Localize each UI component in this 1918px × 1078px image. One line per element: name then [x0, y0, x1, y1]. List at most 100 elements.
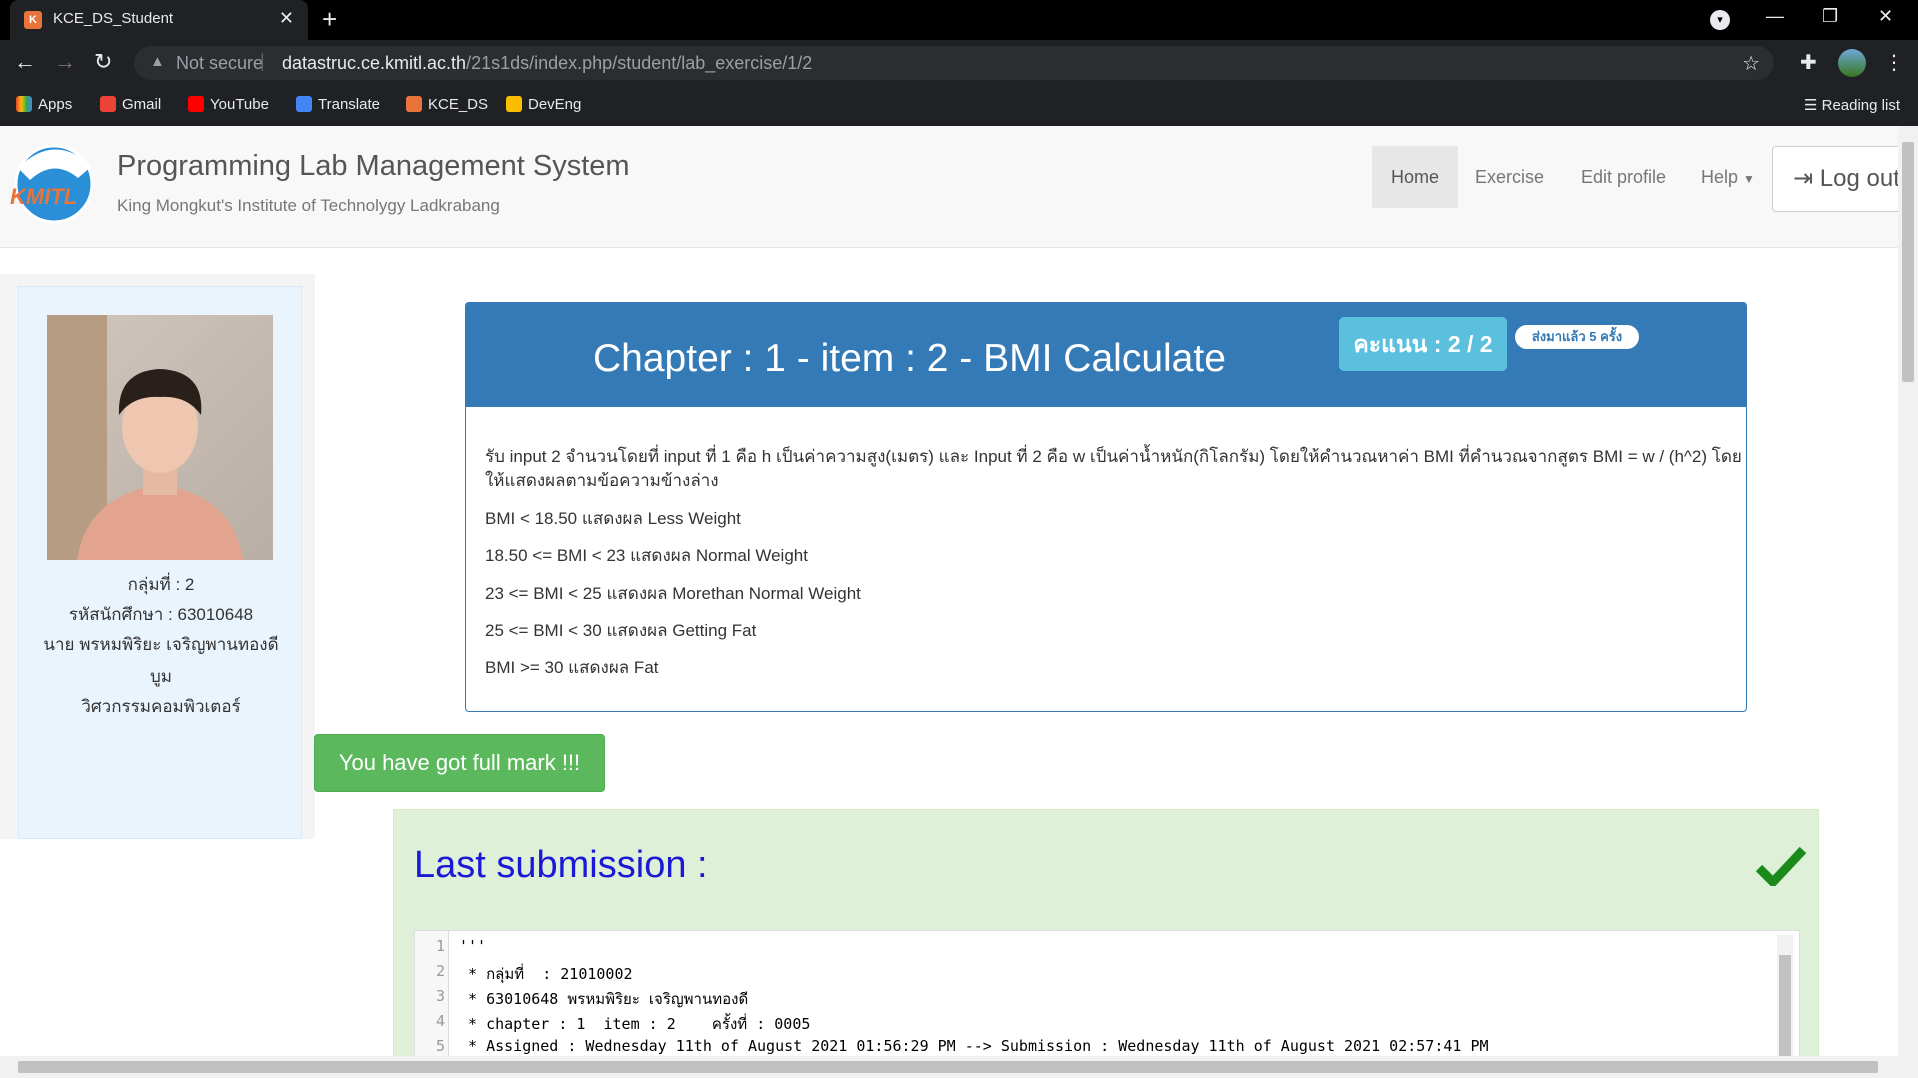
code-line: * กลุ่มที่ : 21010002	[459, 965, 633, 983]
line-number: 5	[435, 1037, 445, 1055]
site-header: KMITL Programming Lab Management System …	[0, 126, 1898, 248]
tab-title: KCE_DS_Student	[53, 10, 174, 27]
minimize-icon[interactable]: —	[1766, 6, 1784, 27]
url-path: /21s1ds/index.php/student/lab_exercise/1…	[466, 53, 813, 73]
student-photo	[47, 315, 273, 560]
problem-description-line: รับ input 2 จำนวนโดยที่ input ที่ 1 คือ …	[485, 447, 1742, 466]
bookmark-apps[interactable]: Apps	[16, 96, 72, 113]
site-subtitle: King Mongkut's Institute of Technolygy L…	[117, 196, 500, 215]
browser-toolbar: ← → ↻ ▲ Not secure | datastruc.ce.kmitl.…	[0, 40, 1918, 86]
bookmarks-bar: Apps Gmail YouTube Translate KCE_DS DevE…	[0, 86, 1918, 126]
youtube-icon	[188, 96, 204, 112]
nav-help-label: Help	[1701, 167, 1739, 187]
page-vertical-scrollbar[interactable]	[1898, 126, 1918, 1056]
last-submission-panel: Last submission : 1 2 3 4 5 ''' * กลุ่มท…	[393, 809, 1819, 1056]
code-scrollbar-thumb[interactable]	[1779, 955, 1791, 1056]
problem-header: Chapter : 1 - item : 2 - BMI Calculate ค…	[466, 303, 1746, 407]
warning-icon: ▲	[150, 53, 165, 70]
profile-avatar[interactable]	[1838, 49, 1866, 77]
student-faculty: วิศวกรรมคอมพิวเตอร์	[81, 697, 241, 716]
student-photo-art	[47, 315, 243, 560]
horizontal-scrollbar-thumb[interactable]	[18, 1061, 1878, 1073]
code-scrollbar[interactable]	[1777, 935, 1793, 1056]
bmi-rule: BMI >= 30 แสดงผล Fat	[485, 658, 659, 677]
code-line: * 63010648 พรหมพิริยะ เจริญพานทองดี	[459, 990, 749, 1008]
bookmark-label: KCE_DS	[428, 96, 489, 113]
kce-favicon-icon	[406, 96, 422, 112]
nav-exercise[interactable]: Exercise	[1456, 146, 1563, 208]
logout-button[interactable]: ⇥ Log out	[1772, 146, 1898, 212]
reload-icon[interactable]: ↻	[94, 50, 112, 74]
nav-edit-profile[interactable]: Edit profile	[1562, 146, 1685, 208]
code-line: * chapter : 1 item : 2 ครั้งที่ : 0005	[459, 1015, 811, 1033]
bookmark-label: Translate	[318, 96, 380, 113]
apps-grid-icon	[16, 96, 32, 112]
bmi-rule: 23 <= BMI < 25 แสดงผล Morethan Normal We…	[485, 584, 861, 603]
reading-list-icon: ☰	[1803, 97, 1822, 114]
student-group: กลุ่มที่ : 2	[127, 575, 195, 594]
line-number: 3	[435, 987, 445, 1005]
forward-icon[interactable]: →	[54, 50, 76, 74]
student-profile-card: กลุ่มที่ : 2 รหัสนักศึกษา : 63010648 นาย…	[18, 286, 302, 839]
browser-tab-bar: K KCE_DS_Student ✕ + ▾ — ❐ ✕	[0, 0, 1918, 40]
url-separator: |	[260, 51, 265, 71]
last-submission-title: Last submission :	[414, 844, 708, 886]
code-line: '''	[459, 937, 487, 955]
nav-home[interactable]: Home	[1372, 146, 1459, 208]
translate-icon	[296, 96, 312, 112]
line-number: 4	[435, 1012, 445, 1030]
restore-icon[interactable]: ❐	[1822, 6, 1838, 27]
line-number: 1	[435, 937, 445, 955]
bookmark-label: Gmail	[122, 96, 162, 113]
bookmark-deveng[interactable]: DevEng	[506, 96, 581, 113]
bookmark-label: YouTube	[210, 96, 269, 113]
reading-list[interactable]: ☰ Reading list	[1804, 96, 1900, 114]
close-window-icon[interactable]: ✕	[1878, 6, 1893, 27]
full-mark-alert: You have got full mark !!!	[314, 734, 605, 792]
nav-help[interactable]: Help ▼	[1682, 146, 1774, 208]
bookmark-star-icon[interactable]: ☆	[1742, 51, 1760, 76]
site-title: Programming Lab Management System	[117, 150, 630, 182]
bookmark-youtube[interactable]: YouTube	[188, 96, 269, 113]
bmi-rule: 18.50 <= BMI < 23 แสดงผล Normal Weight	[485, 546, 808, 565]
checkmark-icon	[1756, 846, 1806, 886]
bmi-rule: 25 <= BMI < 30 แสดงผล Getting Fat	[485, 621, 757, 640]
new-tab-icon[interactable]: +	[322, 4, 337, 35]
back-icon[interactable]: ←	[14, 50, 36, 74]
vertical-scrollbar-thumb[interactable]	[1902, 142, 1914, 382]
logout-label: Log out	[1819, 165, 1898, 192]
score-badge: คะแนน : 2 / 2	[1339, 317, 1507, 371]
close-tab-icon[interactable]: ✕	[279, 8, 294, 29]
browser-tab[interactable]: K KCE_DS_Student ✕	[10, 0, 308, 40]
code-line: * Assigned : Wednesday 11th of August 20…	[459, 1037, 1489, 1055]
bmi-rule: BMI < 18.50 แสดงผล Less Weight	[485, 509, 741, 528]
kce-favicon-icon: K	[24, 11, 42, 29]
bookmark-kce-ds[interactable]: KCE_DS	[406, 96, 488, 113]
security-label: Not secure	[176, 53, 264, 73]
tab-search-icon[interactable]: ▾	[1710, 10, 1730, 30]
logout-icon: ⇥	[1793, 165, 1814, 192]
reading-list-label: Reading list	[1821, 97, 1900, 114]
code-viewer[interactable]: 1 2 3 4 5 ''' * กลุ่มที่ : 21010002 * 63…	[414, 930, 1800, 1056]
kmitl-logo[interactable]: KMITL	[8, 138, 98, 224]
line-number: 2	[435, 962, 445, 980]
url-host: datastruc.ce.kmitl.ac.th	[282, 53, 467, 73]
extensions-icon[interactable]: ✚	[1800, 50, 1817, 75]
problem-title: Chapter : 1 - item : 2 - BMI Calculate	[593, 337, 1226, 380]
caret-down-icon: ▼	[1743, 172, 1755, 186]
page-horizontal-scrollbar[interactable]	[0, 1056, 1918, 1078]
bookmark-gmail[interactable]: Gmail	[100, 96, 161, 113]
bookmark-label: DevEng	[528, 96, 582, 113]
sidebar-wrapper: กลุ่มที่ : 2 รหัสนักศึกษา : 63010648 นาย…	[0, 274, 315, 839]
student-nickname: บูม	[150, 667, 172, 686]
page-content: KMITL Programming Lab Management System …	[0, 126, 1898, 1056]
bookmark-label: Apps	[38, 96, 73, 113]
address-bar[interactable]: ▲ Not secure | datastruc.ce.kmitl.ac.th/…	[134, 46, 1774, 80]
bookmark-translate[interactable]: Translate	[296, 96, 380, 113]
menu-icon[interactable]: ⋮	[1884, 50, 1904, 75]
gmail-icon	[100, 96, 116, 112]
problem-description-line: ให้แสดงผลตามข้อความข้างล่าง	[485, 471, 719, 490]
submit-count-badge: ส่งมาแล้ว 5 ครั้ง	[1515, 325, 1639, 349]
problem-panel: Chapter : 1 - item : 2 - BMI Calculate ค…	[465, 302, 1747, 712]
student-id: รหัสนักศึกษา : 63010648	[68, 605, 254, 624]
